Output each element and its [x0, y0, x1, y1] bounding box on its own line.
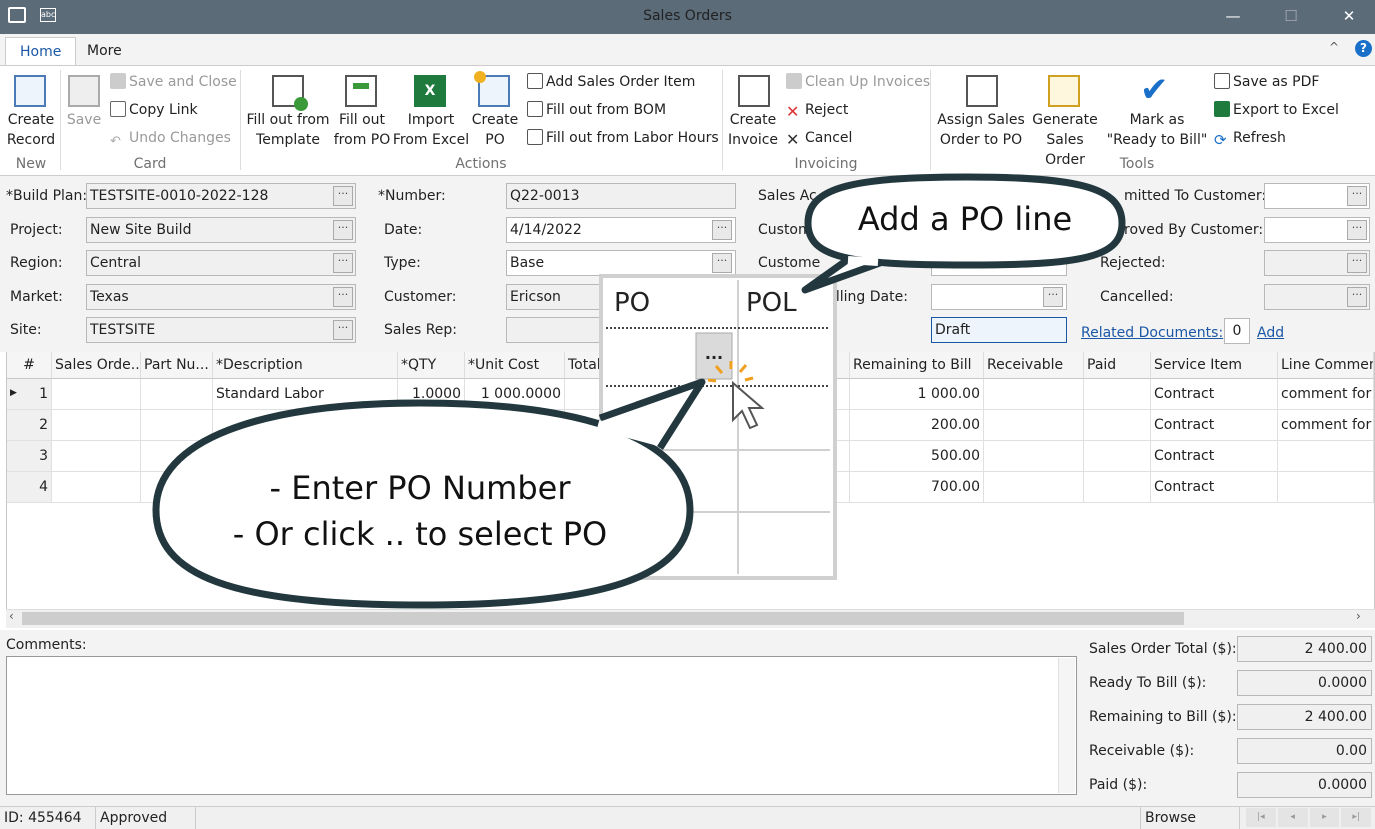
main-callout-text: - Enter PO Number - Or click .. to selec…: [170, 465, 670, 557]
callout-line-2: - Or click .. to select PO: [232, 515, 608, 553]
top-callout-text: Add a PO line: [857, 200, 1073, 238]
zoom-ellipsis-button[interactable]: ...: [700, 344, 728, 363]
callout-overlay: [152, 173, 1126, 609]
zoom-pol-header: POL: [746, 288, 797, 318]
callout-line-1: - Enter PO Number: [269, 469, 571, 507]
zoom-po-header: PO: [614, 288, 651, 318]
